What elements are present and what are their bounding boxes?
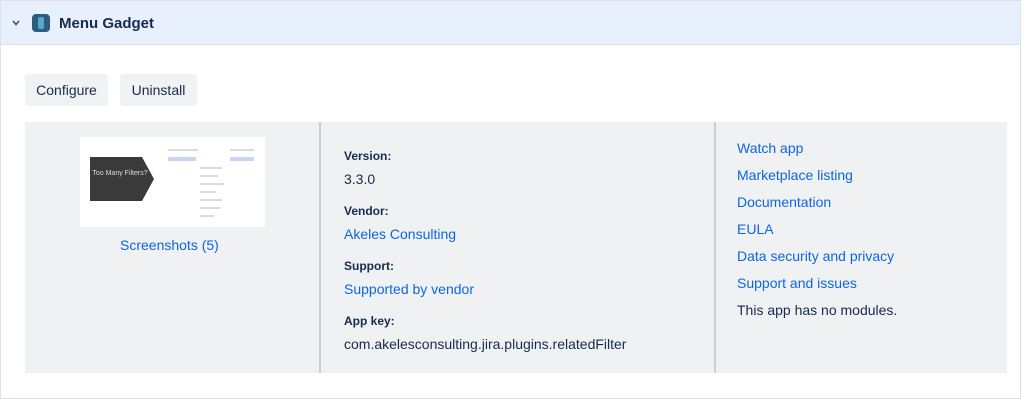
column-divider — [714, 122, 716, 373]
support-label: Support: — [344, 259, 394, 273]
app-details: Too Many Filters? Screenshots (5) Versio… — [25, 122, 1007, 373]
app-icon — [32, 14, 50, 32]
thumb-line — [200, 207, 220, 209]
screenshots-link[interactable]: Screenshots (5) — [120, 237, 219, 253]
marketplace-listing-link[interactable]: Marketplace listing — [737, 167, 853, 183]
thumb-arrow-tip — [142, 157, 154, 201]
vendor-label: Vendor: — [344, 204, 389, 218]
thumb-line — [200, 167, 222, 169]
thumb-caption: Too Many Filters? — [92, 170, 148, 177]
thumb-arrow-box — [90, 157, 142, 201]
eula-link[interactable]: EULA — [737, 221, 774, 237]
version-label: Version: — [344, 149, 392, 163]
app-title: Menu Gadget — [59, 15, 155, 32]
vendor-link[interactable]: Akeles Consulting — [344, 226, 456, 242]
version-value: 3.3.0 — [344, 171, 376, 187]
support-issues-link[interactable]: Support and issues — [737, 275, 857, 291]
thumb-highlight — [168, 157, 196, 161]
app-key-value: com.akelesconsulting.jira.plugins.relate… — [344, 336, 627, 352]
watch-app-link[interactable]: Watch app — [737, 140, 803, 156]
thumb-highlight — [230, 157, 254, 161]
uninstall-button[interactable]: Uninstall — [120, 74, 197, 106]
data-security-link[interactable]: Data security and privacy — [737, 248, 894, 264]
thumb-line — [230, 149, 254, 151]
no-modules-text: This app has no modules. — [737, 302, 898, 318]
configure-button[interactable]: Configure — [25, 74, 108, 106]
chevron-down-icon[interactable] — [11, 18, 21, 28]
column-divider — [319, 122, 321, 373]
support-link[interactable]: Supported by vendor — [344, 281, 474, 297]
thumb-line — [200, 199, 222, 201]
thumb-line — [200, 175, 218, 177]
app-key-label: App key: — [344, 314, 395, 328]
thumb-line — [168, 149, 198, 151]
app-header[interactable]: Menu Gadget — [1, 0, 1020, 45]
screenshot-thumbnail[interactable]: Too Many Filters? — [80, 137, 265, 227]
thumb-line — [200, 183, 224, 185]
documentation-link[interactable]: Documentation — [737, 194, 831, 210]
thumb-line — [200, 191, 216, 193]
thumb-line — [200, 215, 214, 217]
app-panel: Menu Gadget Configure Uninstall Too Many… — [0, 0, 1021, 399]
